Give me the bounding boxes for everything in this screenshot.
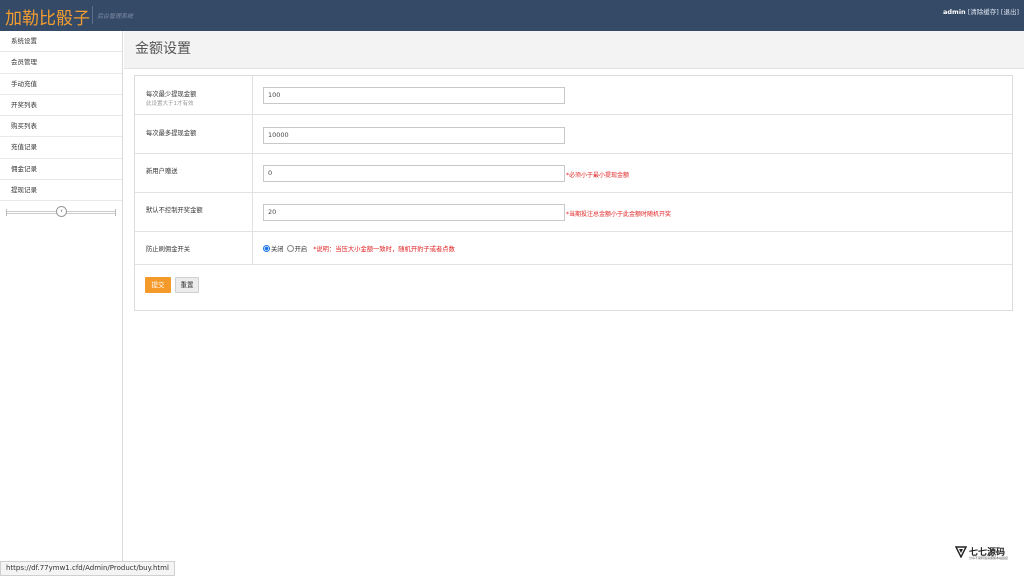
new-user-bonus-label: 新用户赠送 [146,168,178,175]
form-row-anti-commission-switch: 防止刷佣金开关 关闭 开启 *说明：当压大小金额一致时，随机开豹子或者点数 [135,232,1012,265]
default-draw-amount-label: 默认不控制开奖金额 [146,207,203,214]
sidebar-item-manual-recharge[interactable]: 手动充值 [0,74,122,95]
main-content: 金额设置 每次最少提现金额 此设置大于1才有效 100 每次最多提现金额 100… [124,31,1024,576]
app-subtitle: 后台管理系统 [97,13,134,20]
min-withdraw-input[interactable]: 100 [263,87,565,104]
user-menu: admin [清除缓存] [退出] [943,6,1019,16]
watermark-logo: 七七源码 分享不易转载请保留本站链接 [955,545,1015,563]
form-row-default-draw-amount: 默认不控制开奖金额 20 *当期投注总金额小于此金额时随机开奖 [135,193,1012,232]
anti-commission-hint: *说明：当压大小金额一致时，随机开豹子或者点数 [313,246,455,253]
watermark-icon [955,546,967,558]
form-label-cell: 每次最多提现金额 [135,115,253,153]
max-withdraw-input[interactable]: 10000 [263,127,565,144]
top-navbar: 加勒比骰子 后台管理系统 admin [清除缓存] [退出] [0,0,1024,31]
status-bar-url: https://df.77ymw1.cfd/Admin/Product/buy.… [0,561,175,576]
sidebar-item-draw-list[interactable]: 开奖列表 [0,95,122,117]
sidebar-item-purchase-list[interactable]: 购买列表 [0,116,122,138]
amount-settings-form: 每次最少提现金额 此设置大于1才有效 100 每次最多提现金额 10000 新用… [134,75,1013,311]
default-draw-amount-input[interactable]: 20 [263,204,565,221]
max-withdraw-label: 每次最多提现金额 [146,130,197,137]
new-user-bonus-input[interactable]: 0 [263,165,565,182]
anti-commission-radio-group: 关闭 开启 *说明：当压大小金额一致时，随机开豹子或者点数 [263,244,455,253]
min-withdraw-label: 每次最少提现金额 [146,91,197,98]
form-row-min-withdraw: 每次最少提现金额 此设置大于1才有效 100 [135,76,1012,115]
radio-off[interactable] [263,245,270,252]
form-label-cell: 防止刷佣金开关 [135,232,253,264]
watermark-tagline: 分享不易转载请保留本站链接 [969,556,1009,560]
page-title: 金额设置 [135,41,191,57]
form-row-new-user-bonus: 新用户赠送 0 *必须小于最小提现金额 [135,154,1012,193]
form-label-cell: 新用户赠送 [135,154,253,192]
sidebar-item-members[interactable]: 会员管理 [0,52,122,74]
anti-commission-label: 防止刷佣金开关 [146,246,191,253]
sidebar-item-system-settings[interactable]: 系统设置 [0,31,122,53]
default-draw-amount-hint: *当期投注总金额小于此金额时随机开奖 [566,211,672,218]
sidebar-item-commission-records[interactable]: 佣金记录 [0,159,122,181]
radio-on-label[interactable]: 开启 [295,246,308,253]
form-row-max-withdraw: 每次最多提现金额 10000 [135,115,1012,154]
sidebar: 系统设置 会员管理 手动充值 开奖列表 购买列表 充值记录 佣金记录 提现记录 … [0,31,123,576]
page-header: 金额设置 [124,31,1024,69]
submit-button[interactable]: 提交 [145,277,171,293]
sidebar-item-withdraw-records[interactable]: 提现记录 [0,180,122,202]
logout-link[interactable]: [退出] [1001,8,1019,16]
username: admin [943,8,966,16]
min-withdraw-note: 此设置大于1才有效 [146,101,194,107]
form-actions: 提交 重置 [135,265,1012,310]
radio-on[interactable] [286,245,294,252]
form-label-cell: 默认不控制开奖金额 [135,193,253,231]
reset-button[interactable]: 重置 [175,277,199,293]
radio-off-label[interactable]: 关闭 [271,246,284,253]
sidebar-collapse-row: ‹ [0,201,122,223]
clear-cache-link[interactable]: [清除缓存] [968,8,999,16]
app-title[interactable]: 加勒比骰子 [5,4,90,29]
form-label-cell: 每次最少提现金额 此设置大于1才有效 [135,76,253,114]
sidebar-item-recharge-records[interactable]: 充值记录 [0,137,122,159]
brand-divider [92,6,93,24]
chevron-left-icon[interactable]: ‹ [56,206,67,218]
new-user-bonus-hint: *必须小于最小提现金额 [566,172,630,179]
